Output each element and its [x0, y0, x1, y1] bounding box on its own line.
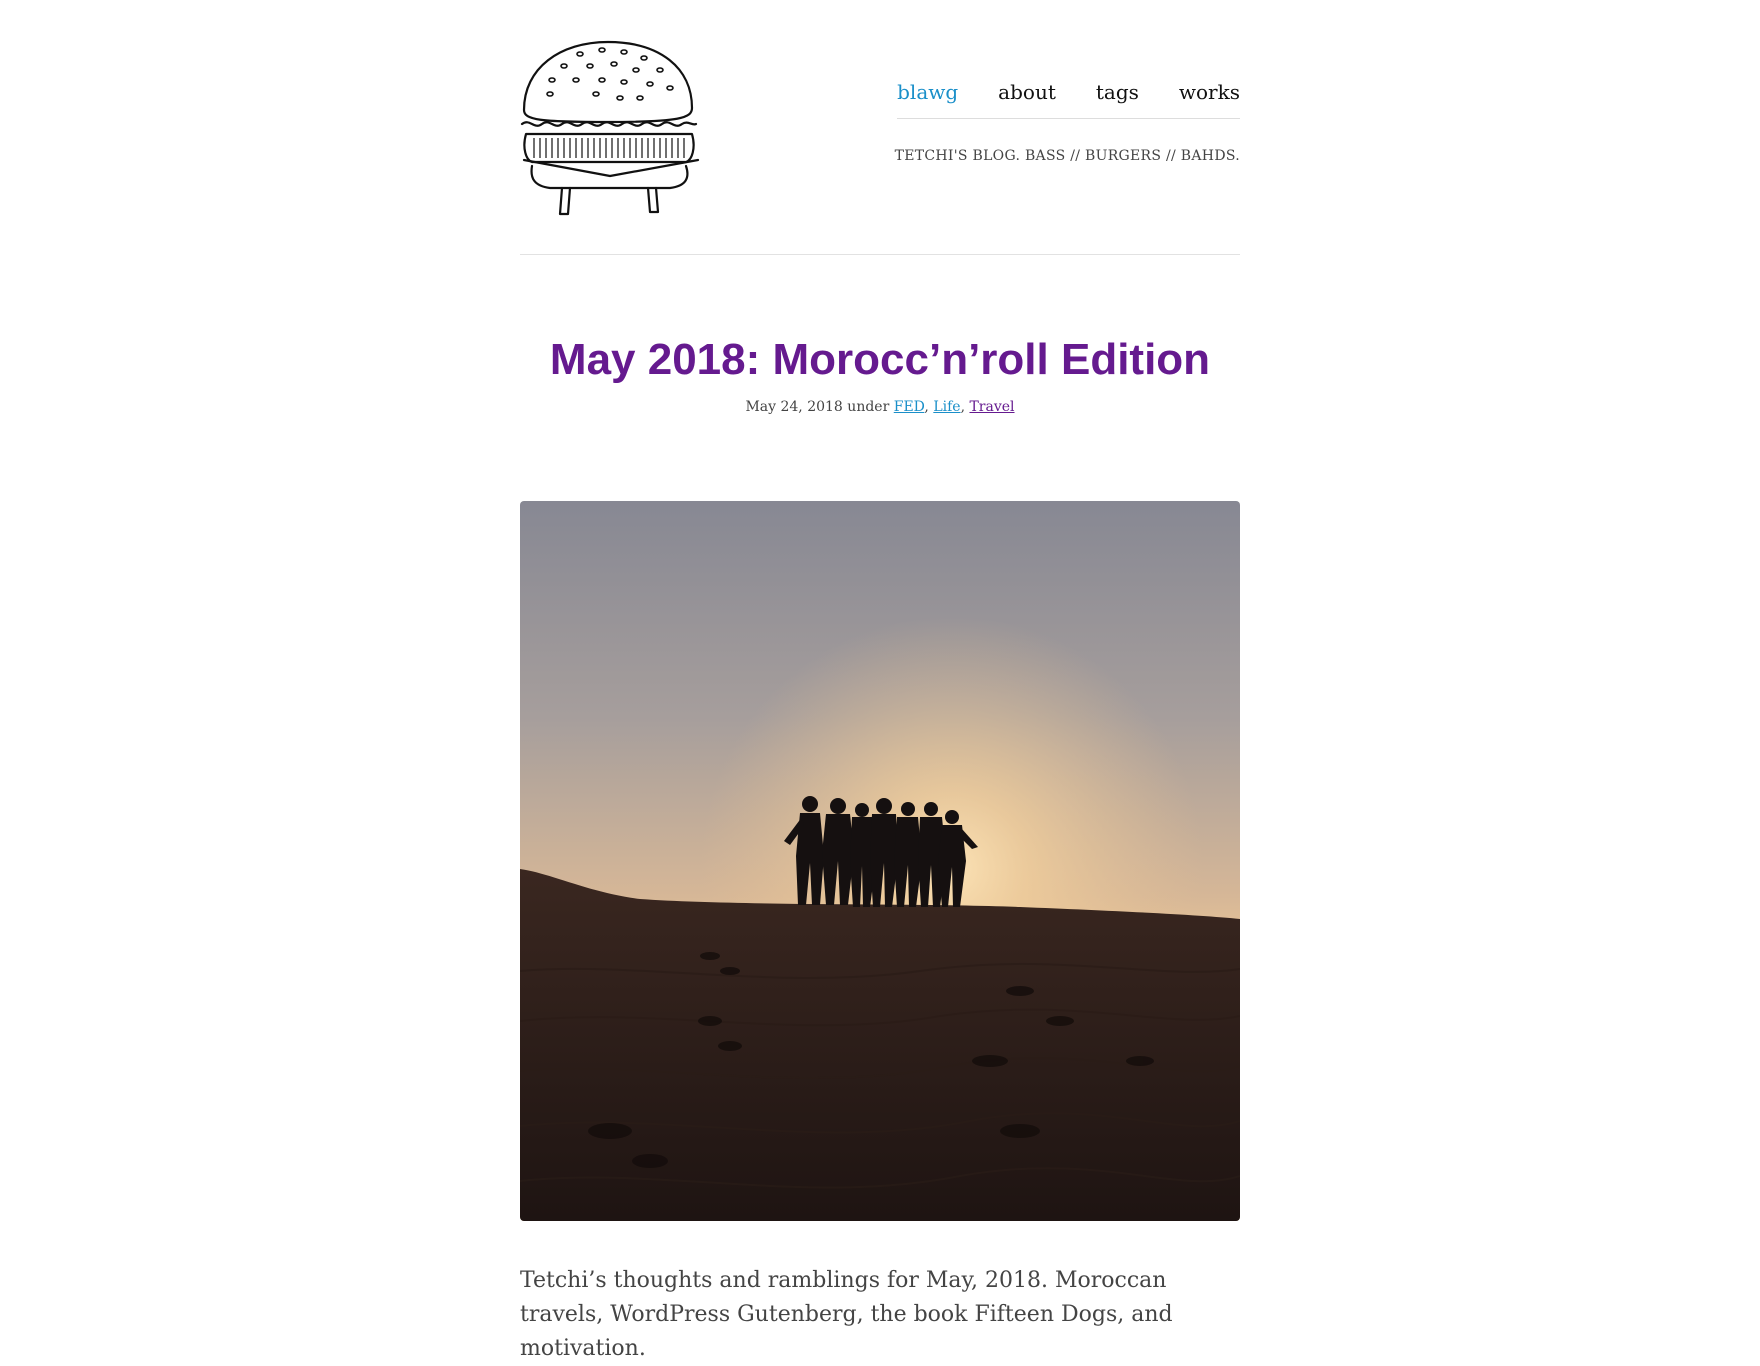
- site-tagline: TETCHI'S BLOG. BASS // BURGERS // BAHDS.: [894, 148, 1240, 164]
- hero-image: [520, 501, 1240, 1221]
- category-link-life[interactable]: Life: [933, 399, 960, 415]
- nav-item-works[interactable]: works: [1179, 80, 1240, 104]
- post-under-word: under: [847, 399, 890, 415]
- main-nav: blawg about tags works: [897, 80, 1240, 119]
- post-title: May 2018: Morocc’n’roll Edition: [549, 335, 1211, 384]
- nav-item-tags[interactable]: tags: [1096, 80, 1139, 104]
- page-container: blawg about tags works TETCHI'S BLOG. BA…: [520, 0, 1240, 1361]
- post-date: May 24, 2018: [745, 399, 843, 415]
- burger-logo-icon[interactable]: [520, 38, 700, 216]
- category-link-travel[interactable]: Travel: [969, 399, 1014, 415]
- site-header: blawg about tags works TETCHI'S BLOG. BA…: [520, 0, 1240, 255]
- category-link-fed[interactable]: FED: [894, 399, 925, 415]
- post-meta: May 24, 2018 under FED, Life, Travel: [745, 399, 1015, 415]
- nav-item-about[interactable]: about: [998, 80, 1056, 104]
- post-intro: Tetchi’s thoughts and ramblings for May,…: [520, 1268, 1173, 1362]
- nav-item-blawg[interactable]: blawg: [897, 80, 958, 104]
